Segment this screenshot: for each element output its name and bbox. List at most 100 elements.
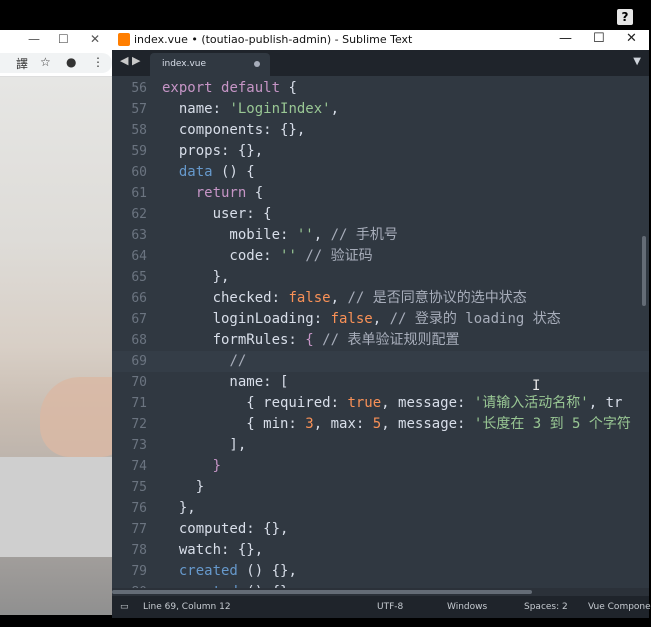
browser-close-button[interactable]: ✕ [90,32,100,46]
minimize-button[interactable]: — [559,31,572,46]
code-token: // 验证码 [305,248,373,264]
account-icon[interactable]: ● [66,55,76,69]
line-number: 63 [131,228,147,243]
code-line[interactable]: 66 checked: false, // 是否同意协议的选中状态 [112,288,649,309]
line-number: 76 [131,501,147,516]
code-line[interactable]: 65 }, [112,267,649,288]
code-line[interactable]: 58 components: {}, [112,120,649,141]
code-line[interactable]: 72 { min: 3, max: 5, message: '长度在 3 到 5… [112,414,649,435]
code-line[interactable]: 64 code: '' // 验证码 [112,246,649,267]
line-number: 65 [131,270,147,285]
code-token: 5 [372,416,382,432]
code-line[interactable]: 56 export default { [112,78,649,99]
code-token: } [162,479,205,495]
code-token: '长度在 3 到 5 个字符 [473,416,631,432]
translate-icon[interactable]: 譯 [16,55,28,72]
horizontal-scroll-thumb[interactable] [112,590,532,594]
code-token: '请输入活动名称' [473,395,589,411]
line-endings[interactable]: Windows [447,602,487,612]
syntax[interactable]: Vue Compone [588,602,651,612]
browser-toolbar: 譯 ☆ ● ⋮ [0,50,112,77]
code-token: mobile: [162,227,297,243]
code-line[interactable]: 59 props: {}, [112,141,649,162]
code-line[interactable]: 62 user: { [112,204,649,225]
code-text: formRules: { // 表单验证规则配置 [162,330,460,351]
code-line[interactable]: 74 } [112,456,649,477]
code-token: () { [212,164,255,180]
cursor-position[interactable]: Line 69, Column 12 [143,602,231,612]
help-icon[interactable]: ? [617,9,633,25]
code-token: // 表单验证规则配置 [322,332,460,348]
code-token: 'LoginIndex' [229,101,331,117]
code-line[interactable]: 77 computed: {}, [112,519,649,540]
code-text: { required: true, message: '请输入活动名称', tr [162,393,622,414]
code-token: , message: [381,416,474,432]
code-token: name: [162,101,230,117]
tab-label: index.vue [162,59,207,69]
line-number: 71 [131,396,147,411]
code-line[interactable]: 60 data () { [112,162,649,183]
code-token: '' [296,227,314,243]
code-token: () {}, [237,563,297,579]
line-number: 66 [131,291,147,306]
code-line[interactable]: 68 formRules: { // 表单验证规则配置 [112,330,649,351]
code-text: code: '' // 验证码 [162,246,373,267]
code-token: , max: [313,416,373,432]
horizontal-scrollbar[interactable] [112,588,649,596]
code-token: false [288,290,331,306]
code-editor[interactable]: 80 mounted () {},79 created () {},78 wat… [112,76,649,596]
code-text: name: [ [162,372,288,393]
code-token: // 手机号 [330,227,398,243]
browser-minimize-button[interactable]: — [28,32,40,46]
code-token: checked: [162,290,289,306]
code-token: props: {}, [162,143,264,159]
code-line[interactable]: 79 created () {}, [112,561,649,582]
sublime-text-window: index.vue • (toutiao-publish-admin) - Su… [112,30,651,618]
tab-dropdown-icon[interactable]: ▼ [633,56,641,67]
code-line[interactable]: 78 watch: {}, [112,540,649,561]
browser-maximize-button[interactable]: ☐ [58,32,69,46]
line-number: 74 [131,459,147,474]
code-line[interactable]: 75 } [112,477,649,498]
line-number: 62 [131,207,147,222]
vertical-scrollbar[interactable] [642,236,646,306]
close-button[interactable]: ✕ [626,31,637,46]
panel-toggle-icon[interactable]: ▭ [120,602,129,612]
hand-shape [40,377,112,457]
code-text: // [162,351,246,372]
sublime-app-icon [118,33,130,46]
code-line[interactable]: 71 { required: true, message: '请输入活动名称',… [112,393,649,414]
unsaved-dot-icon[interactable] [254,61,260,67]
maximize-button[interactable]: ☐ [593,31,605,46]
code-line[interactable]: 70 name: [ [112,372,649,393]
code-token: watch: {}, [162,542,264,558]
line-number: 79 [131,564,147,579]
line-number: 57 [131,102,147,117]
code-text: mobile: '', // 手机号 [162,225,398,246]
encoding[interactable]: UTF-8 [377,602,403,612]
code-text: }, [162,498,196,519]
code-line[interactable]: 73 ], [112,435,649,456]
code-line[interactable]: 67 loginLoading: false, // 登录的 loading 状… [112,309,649,330]
code-line[interactable]: 69 // [112,351,649,372]
code-line[interactable]: 61 return { [112,183,649,204]
code-text: computed: {}, [162,519,289,540]
text-cursor-icon: I [532,378,541,394]
code-token: { min: [162,416,306,432]
more-icon[interactable]: ⋮ [92,55,104,69]
tab-nav-arrows-icon[interactable]: ◀ ▶ [120,54,140,67]
code-token: '' [280,248,297,264]
tab-index-vue[interactable]: index.vue [150,53,270,76]
line-number: 64 [131,249,147,264]
code-token: name: [ [162,374,289,390]
code-line[interactable]: 63 mobile: '', // 手机号 [112,225,649,246]
star-icon[interactable]: ☆ [40,55,51,69]
code-token: components: {}, [162,122,306,138]
code-line[interactable]: 76 }, [112,498,649,519]
indentation[interactable]: Spaces: 2 [524,602,568,612]
code-token: , [372,311,390,327]
code-line[interactable]: 57 name: 'LoginIndex', [112,99,649,120]
